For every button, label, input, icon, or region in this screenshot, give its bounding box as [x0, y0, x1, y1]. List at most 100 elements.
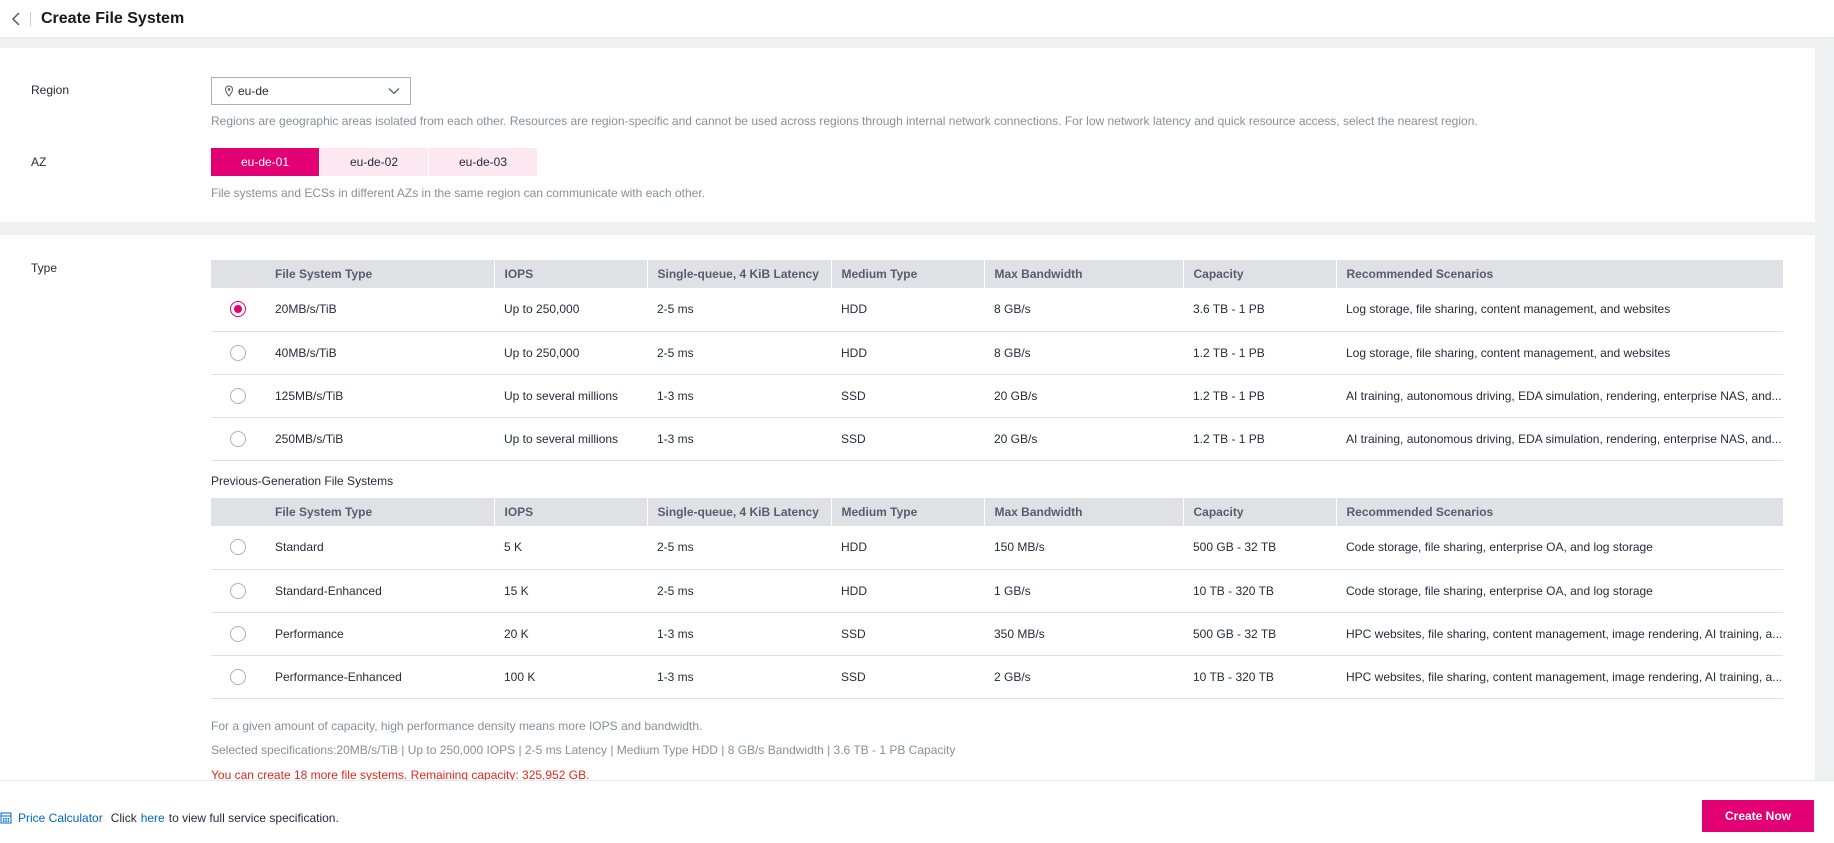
file-system-type-table: File System Type IOPS Single-queue, 4 Ki… — [211, 260, 1784, 461]
table-row[interactable]: 20MB/s/TiB Up to 250,000 2-5 ms HDD 8 GB/s 3.… — [211, 288, 1783, 332]
back-button[interactable] — [4, 7, 28, 31]
capacity-cell: 500 GB - 32 TB — [1183, 526, 1336, 570]
table-row[interactable]: 250MB/s/TiB Up to several millions 1-3 ms S… — [211, 417, 1783, 461]
az-option-eu-de-02[interactable]: eu-de-02 — [320, 148, 428, 176]
page-title: Create File System — [41, 9, 185, 27]
radio-cell — [211, 526, 265, 570]
table-row[interactable]: Performance-Enhanced 100 K 1-3 ms SSD 2 GB/s… — [211, 655, 1783, 699]
bandwidth-cell: 2 GB/s — [984, 655, 1183, 699]
table-row[interactable]: Performance 20 K 1-3 ms SSD 350 MB/s 500 GB -… — [211, 612, 1783, 656]
column-header: Max Bandwidth — [984, 260, 1184, 288]
medium-cell: SSD — [831, 374, 984, 418]
az-option-eu-de-03[interactable]: eu-de-03 — [429, 148, 537, 176]
radio-cell — [211, 612, 265, 656]
price-calculator-link[interactable]: Price Calculator — [18, 811, 103, 825]
row-radio-button[interactable] — [230, 668, 246, 685]
capacity-cell: 10 TB - 320 TB — [1183, 569, 1336, 613]
bandwidth-cell: 20 GB/s — [984, 417, 1183, 461]
column-header: Medium Type — [831, 498, 985, 526]
medium-cell: SSD — [831, 612, 984, 656]
capacity-cell: 1.2 TB - 1 PB — [1183, 374, 1336, 418]
capacity-cell: 1.2 TB - 1 PB — [1183, 331, 1336, 375]
chevron-left-icon — [11, 11, 20, 26]
iops-cell: Up to 250,000 — [494, 331, 647, 375]
row-radio-button[interactable] — [230, 387, 246, 404]
column-header: Single-queue, 4 KiB Latency — [647, 498, 832, 526]
capacity-cell: 500 GB - 32 TB — [1183, 612, 1336, 656]
radio-cell — [211, 288, 265, 332]
column-header: IOPS — [494, 498, 648, 526]
scenarios-cell: Code storage, file sharing, enterprise O… — [1336, 569, 1783, 613]
scenarios-cell: AI training, autonomous driving, EDA sim… — [1336, 417, 1783, 461]
iops-cell: 5 K — [494, 526, 647, 570]
iops-cell: Up to several millions — [494, 417, 647, 461]
latency-cell: 1-3 ms — [647, 417, 831, 461]
row-radio-button[interactable] — [230, 301, 246, 318]
bandwidth-cell: 8 GB/s — [984, 331, 1183, 375]
radio-cell — [211, 417, 265, 461]
type-name-cell: Standard — [265, 526, 494, 570]
latency-cell: 1-3 ms — [647, 612, 831, 656]
medium-cell: HDD — [831, 331, 984, 375]
az-selector: eu-de-01 eu-de-02 eu-de-03 — [211, 148, 538, 176]
row-radio-button[interactable] — [230, 539, 246, 556]
latency-cell: 2-5 ms — [647, 569, 831, 613]
column-header: Single-queue, 4 KiB Latency — [647, 260, 832, 288]
radio-cell — [211, 569, 265, 613]
scenarios-cell: Log storage, file sharing, content manag… — [1336, 331, 1783, 375]
radio-cell — [211, 655, 265, 699]
table-row[interactable]: Standard 5 K 2-5 ms HDD 150 MB/s 500 GB - 32 … — [211, 526, 1783, 570]
table-row[interactable]: 125MB/s/TiB Up to several millions 1-3 ms S… — [211, 374, 1783, 418]
column-header: File System Type — [265, 498, 495, 526]
bandwidth-cell: 350 MB/s — [984, 612, 1183, 656]
capacity-cell: 1.2 TB - 1 PB — [1183, 417, 1336, 461]
column-header: IOPS — [494, 260, 648, 288]
scenarios-cell: Log storage, file sharing, content manag… — [1336, 288, 1783, 332]
bandwidth-cell: 150 MB/s — [984, 526, 1183, 570]
row-radio-button[interactable] — [230, 625, 246, 642]
chevron-down-icon — [388, 88, 400, 95]
az-label: AZ — [31, 155, 47, 169]
type-name-cell: 40MB/s/TiB — [265, 331, 494, 375]
here-link[interactable]: here — [141, 811, 165, 825]
row-radio-button[interactable] — [230, 344, 246, 361]
type-card: Type File System Type IOPS Single-queue,… — [0, 235, 1815, 782]
az-option-eu-de-01[interactable]: eu-de-01 — [211, 148, 319, 176]
column-header: Max Bandwidth — [984, 498, 1184, 526]
region-select[interactable]: eu-de — [211, 77, 411, 105]
current-gen-rows: 20MB/s/TiB Up to 250,000 2-5 ms HDD 8 GB/s 3.… — [211, 288, 1783, 461]
calculator-icon — [0, 812, 12, 824]
capacity-cell: 3.6 TB - 1 PB — [1183, 288, 1336, 332]
page-header: Create File System — [0, 0, 1834, 38]
footer-links: Price Calculator Click here to view full… — [0, 811, 339, 825]
column-header: Capacity — [1183, 498, 1337, 526]
iops-cell: 15 K — [494, 569, 647, 613]
row-radio-button[interactable] — [230, 430, 246, 447]
bandwidth-cell: 20 GB/s — [984, 374, 1183, 418]
scenarios-cell: AI training, autonomous driving, EDA sim… — [1336, 374, 1783, 418]
radio-column-header — [211, 498, 265, 526]
region-help: Regions are geographic areas isolated fr… — [211, 114, 1478, 128]
spec-text: to view full service specification. — [168, 811, 339, 825]
region-value: eu-de — [238, 84, 269, 98]
bandwidth-cell: 1 GB/s — [984, 569, 1183, 613]
scenarios-cell: HPC websites, file sharing, content mana… — [1336, 612, 1783, 656]
footer-bar: Price Calculator Click here to view full… — [0, 780, 1834, 843]
click-text: Click — [110, 811, 137, 825]
header-divider — [30, 11, 31, 26]
column-header: Recommended Scenarios — [1336, 498, 1784, 526]
latency-cell: 2-5 ms — [647, 331, 831, 375]
medium-cell: HDD — [831, 288, 984, 332]
bandwidth-cell: 8 GB/s — [984, 288, 1183, 332]
table-row[interactable]: Standard-Enhanced 15 K 2-5 ms HDD 1 GB/s 10 T… — [211, 569, 1783, 613]
iops-cell: 100 K — [494, 655, 647, 699]
row-radio-button[interactable] — [230, 582, 246, 599]
previous-generation-table: File System Type IOPS Single-queue, 4 Ki… — [211, 498, 1784, 699]
latency-cell: 2-5 ms — [647, 526, 831, 570]
type-label: Type — [31, 261, 58, 275]
column-header: Medium Type — [831, 260, 985, 288]
create-now-button[interactable]: Create Now — [1702, 800, 1814, 832]
table-row[interactable]: 40MB/s/TiB Up to 250,000 2-5 ms HDD 8 GB/s 1.… — [211, 331, 1783, 375]
region-label: Region — [31, 83, 70, 97]
type-name-cell: 125MB/s/TiB — [265, 374, 494, 418]
